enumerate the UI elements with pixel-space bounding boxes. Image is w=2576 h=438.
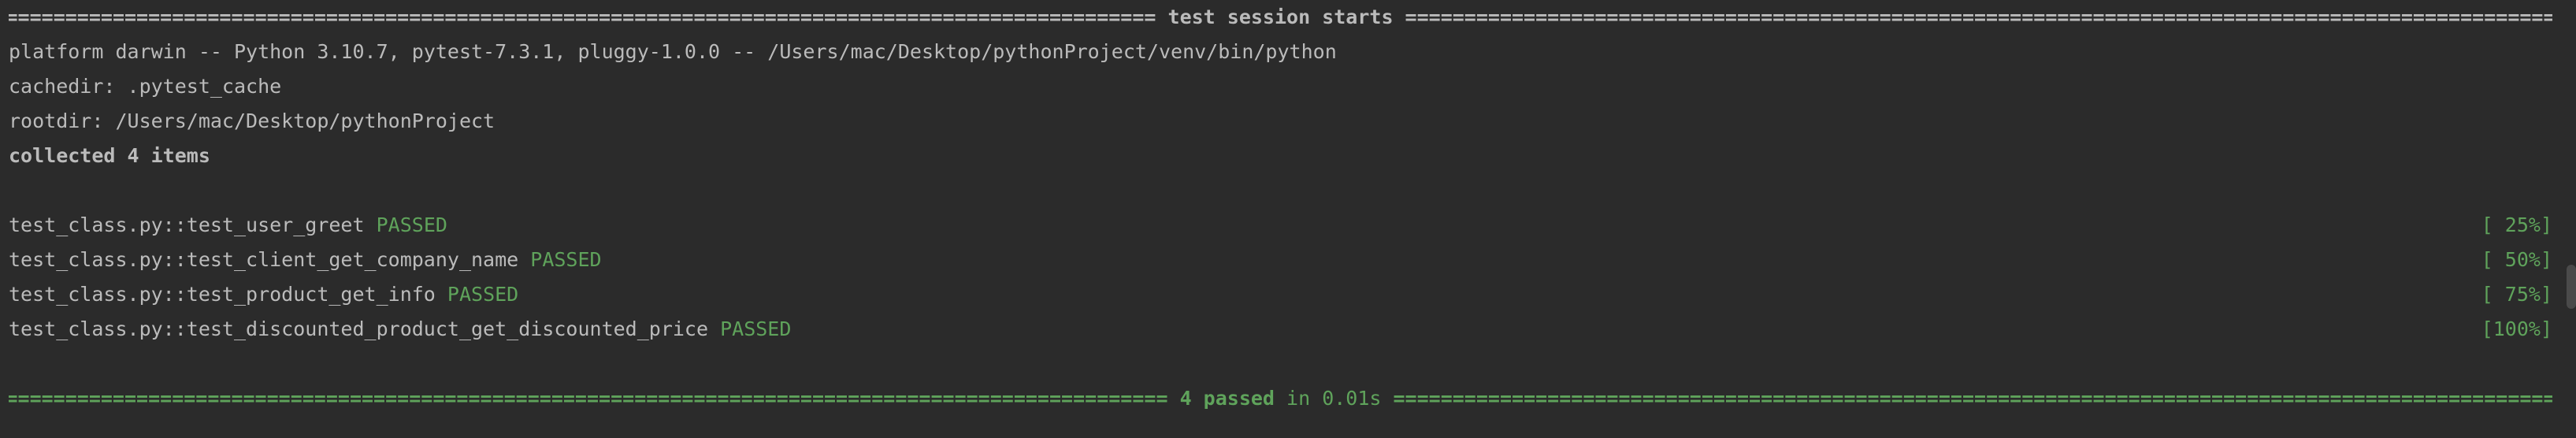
test-progress: [ 75%] [2481,283,2552,306]
separator-fill-right: ========================================… [1405,6,2553,28]
test-result-row: test_class.py::test_user_greet PASSED [ … [9,208,2552,243]
test-progress: [100%] [2481,317,2552,340]
summary-count: 4 passed [1179,387,1275,410]
test-name: test_class.py::test_discounted_product_g… [9,317,709,340]
test-progress: [ 25%] [2481,213,2552,236]
test-status-badge: PASSED [530,248,602,271]
collected-line: collected 4 items [9,144,210,167]
summary-text: 4 passed in 0.01s [1168,381,1394,416]
test-progress: [ 50%] [2481,248,2552,271]
test-name: test_class.py::test_user_greet [9,213,365,236]
platform-line: platform darwin -- Python 3.10.7, pytest… [9,40,1337,63]
test-result-row: test_class.py::test_client_get_company_n… [9,243,2552,277]
separator-fill-left: ========================================… [9,6,1156,28]
scrollbar-thumb[interactable] [2567,265,2576,309]
cachedir-line: cachedir: .pytest_cache [9,75,282,98]
session-header-separator: ========================================… [9,0,2552,35]
test-status-badge: PASSED [720,317,792,340]
session-header-title: test session starts [1156,6,1405,28]
test-status-badge: PASSED [447,283,519,306]
test-name: test_class.py::test_product_get_info [9,283,436,306]
test-status-badge: PASSED [376,213,447,236]
test-result-row: test_class.py::test_discounted_product_g… [9,312,2552,347]
test-result-row: test_class.py::test_product_get_info PAS… [9,277,2552,312]
summary-separator: ========================================… [9,381,2552,416]
summary-time: in 0.01s [1274,387,1394,410]
test-name: test_class.py::test_client_get_company_n… [9,248,519,271]
separator-fill-left: ========================================… [9,387,1168,410]
separator-fill-right: ========================================… [1393,387,2553,410]
rootdir-line: rootdir: /Users/mac/Desktop/pythonProjec… [9,110,496,132]
terminal-output[interactable]: ========================================… [0,0,2576,438]
